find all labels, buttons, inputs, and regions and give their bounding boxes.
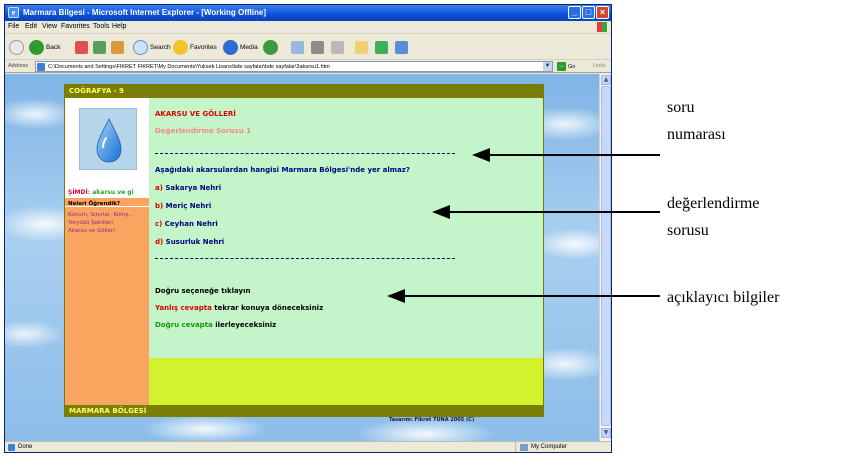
annotation-arrows [387, 148, 660, 303]
arrow-head-question-number [472, 148, 490, 162]
arrow-head-evaluation-question [432, 205, 450, 219]
arrow-head-explanatory-info [387, 289, 405, 303]
